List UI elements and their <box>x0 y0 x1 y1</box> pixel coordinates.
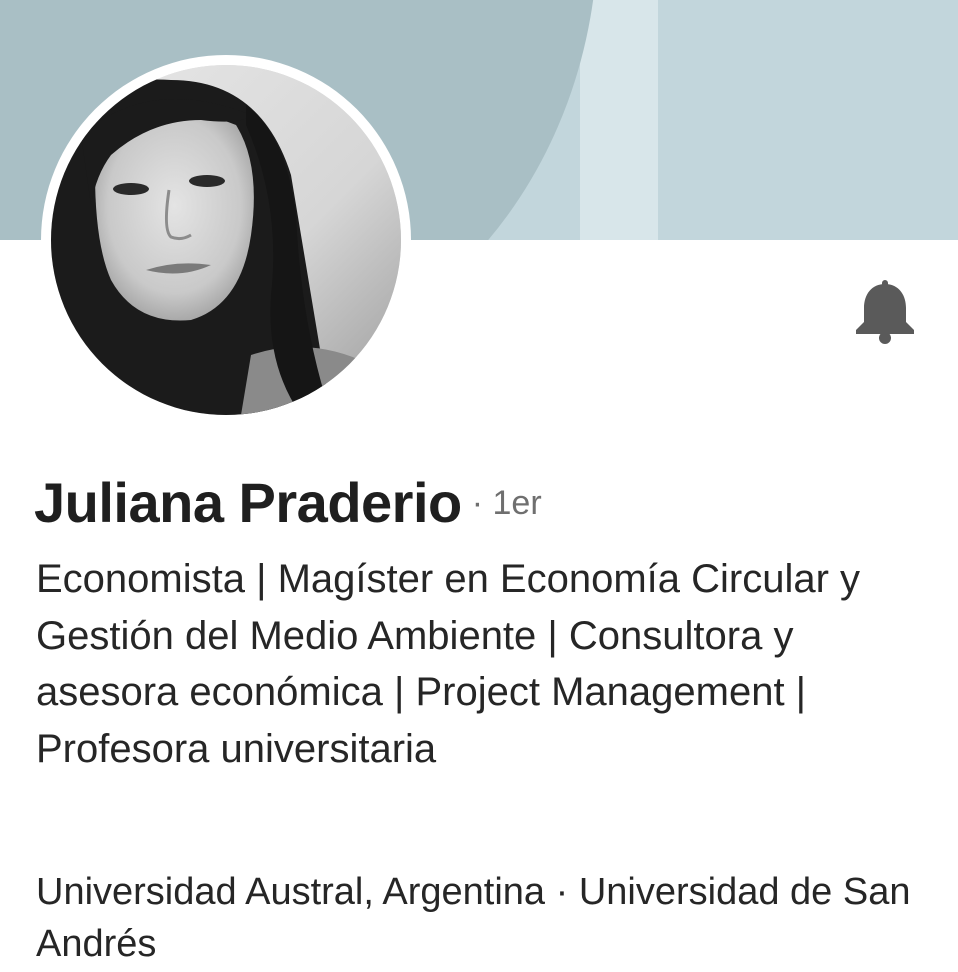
avatar[interactable] <box>41 55 411 425</box>
name-row: Juliana Praderio · 1er <box>34 470 542 535</box>
connection-degree: · 1er <box>471 484 542 522</box>
profile-education[interactable]: Universidad Austral, Argentina · Univers… <box>36 866 936 970</box>
bell-icon[interactable] <box>852 280 918 344</box>
profile-headline: Economista | Magíster en Economía Circul… <box>36 557 861 771</box>
banner-stripe <box>580 0 658 240</box>
profile-name: Juliana Praderio <box>34 471 462 534</box>
profile-photo <box>51 65 401 415</box>
profile-card: Juliana Praderio · 1er Economista | Magís… <box>0 0 958 972</box>
